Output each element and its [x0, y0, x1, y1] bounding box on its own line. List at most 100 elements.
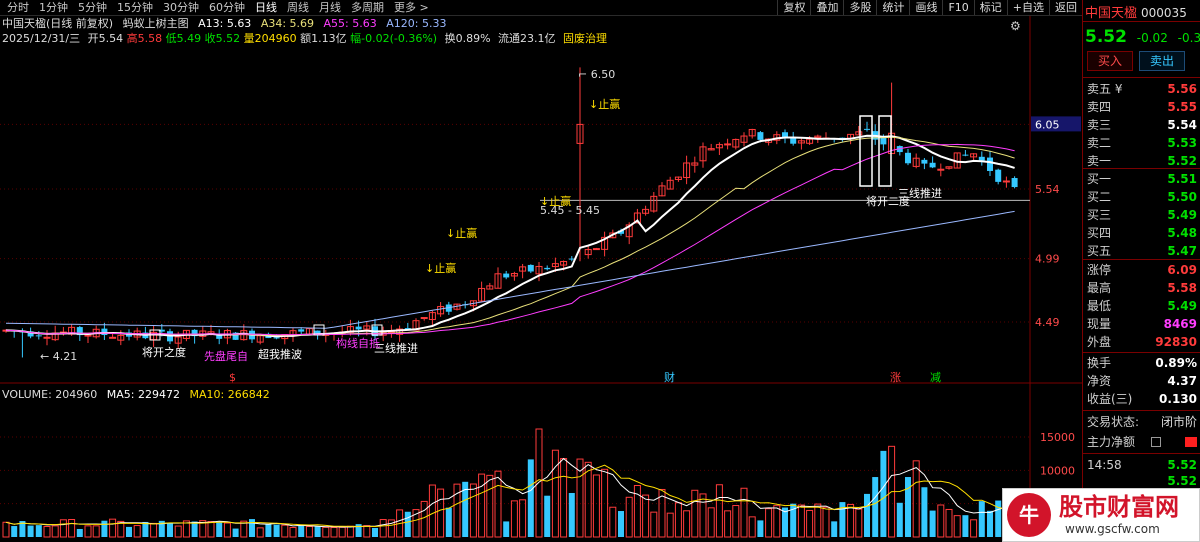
quote-concept[interactable]: 固废治理	[563, 32, 607, 45]
period-tabs: 分时 1分钟 5分钟 15分钟 30分钟 60分钟 日线 周线 月线 多周期 更多 >	[2, 1, 434, 15]
volume-bar	[478, 473, 486, 538]
candle-body	[1002, 180, 1010, 183]
volume-bar	[346, 525, 354, 538]
volume-bar	[544, 495, 551, 537]
volume-bar	[249, 519, 255, 537]
volume-bar	[43, 526, 51, 538]
period-tab-2[interactable]: 5分钟	[73, 1, 112, 15]
period-tab-9[interactable]: 多周期	[346, 1, 389, 15]
volume-bar	[707, 507, 715, 538]
period-tab-8[interactable]: 月线	[314, 1, 346, 15]
ma-a34-line	[5, 136, 1015, 336]
signal-label: 将开之度	[142, 345, 186, 359]
asks-value: 5.55	[1167, 100, 1197, 114]
volume-bar	[601, 468, 609, 538]
sell-button[interactable]: 卖出	[1139, 51, 1185, 71]
stats-label: 涨停	[1087, 263, 1112, 277]
period-tab-4[interactable]: 30分钟	[158, 1, 204, 15]
quote-turnover: 换0.89%	[444, 32, 491, 45]
period-tab-0[interactable]: 分时	[2, 1, 34, 15]
period-tab-1[interactable]: 1分钟	[34, 1, 73, 15]
volume-bar	[650, 511, 658, 538]
volume-bar	[109, 518, 117, 538]
bids-value: 5.48	[1167, 226, 1197, 240]
stock-header: 中国天楹 000035	[1085, 2, 1187, 21]
volume-bar	[59, 519, 67, 538]
period-tab-10[interactable]: 更多 >	[389, 1, 434, 15]
period-tab-7[interactable]: 周线	[282, 1, 314, 15]
main-flow-row[interactable]: 主力净额	[1085, 433, 1199, 451]
settings-icon: ⚙	[1010, 19, 1021, 33]
period-tab-6[interactable]: 日线	[250, 1, 282, 15]
volume-bar	[822, 506, 830, 538]
tool-button-5[interactable]: F10	[942, 0, 973, 15]
candle-body	[790, 137, 797, 144]
candle-body	[987, 157, 993, 171]
reduce-marker: 减	[930, 371, 941, 384]
tool-button-1[interactable]: 叠加	[810, 0, 843, 15]
tool-button-7[interactable]: +自选	[1006, 0, 1049, 15]
volume-bar	[847, 503, 855, 538]
volume-bar	[76, 528, 83, 537]
period-tab-3[interactable]: 15分钟	[112, 1, 158, 15]
asks-label: 卖二	[1087, 136, 1112, 150]
trade-state: 闭市阶	[1160, 415, 1197, 429]
candle-body	[757, 132, 764, 140]
volume-bar	[953, 515, 961, 538]
volume-bar	[880, 450, 887, 537]
tool-button-4[interactable]: 画线	[909, 0, 942, 15]
trade-state-row: 交易状态: 闭市阶	[1085, 413, 1199, 431]
volume-bar	[535, 428, 543, 538]
volume-bar	[748, 516, 756, 538]
candle-body	[937, 168, 945, 171]
stats-row: 涨停 6.09	[1085, 261, 1199, 279]
watermark: 牛 股市财富网 www.gscfw.com	[1002, 488, 1200, 542]
indicator-name[interactable]: 蚂蚁上树主图	[123, 17, 189, 30]
bids-row: 买四 5.48	[1085, 224, 1199, 242]
volume-bar	[256, 527, 264, 538]
stats-row: 最高 5.58	[1085, 279, 1199, 297]
bull-logo-icon: 牛	[1007, 493, 1051, 537]
stats-value: 92830	[1155, 335, 1197, 349]
asks-value: 5.54	[1167, 118, 1197, 132]
tool-button-3[interactable]: 统计	[876, 0, 909, 15]
bids-label: 买一	[1087, 172, 1112, 186]
stats-row: 最低 5.49	[1085, 297, 1199, 315]
asks-row: 卖五 ¥ 5.56	[1085, 80, 1199, 98]
tool-button-0[interactable]: 复权	[777, 0, 810, 15]
volume-bar	[715, 484, 723, 538]
buy-button[interactable]: 买入	[1087, 51, 1133, 71]
volume-bar	[683, 510, 691, 538]
price-cursor-label: 6.05	[1035, 118, 1060, 131]
signal-label: 构线自抵	[336, 336, 380, 350]
kline-chart[interactable]: 6.055.544.994.496.0515000100005000⌐ 6.50…	[0, 0, 1082, 542]
tool-button-6[interactable]: 标记	[973, 0, 1007, 15]
stats2-label: 收益(三)	[1087, 392, 1133, 406]
volume-bar	[560, 458, 568, 538]
limit-up-marker: 涨	[890, 371, 901, 384]
volume-bar	[174, 525, 182, 538]
period-tab-5[interactable]: 60分钟	[204, 1, 250, 15]
stats2-row: 换手 0.89%	[1085, 354, 1199, 372]
volume-bar	[814, 503, 822, 538]
stats-label: 外盘	[1087, 335, 1112, 349]
volume-bar	[150, 522, 158, 538]
tool-button-8[interactable]: 返回	[1049, 0, 1082, 15]
volume-ma10: MA10: 266842	[189, 388, 270, 401]
stats2-label: 换手	[1087, 356, 1112, 370]
volume-bar	[167, 523, 173, 537]
tool-button-2[interactable]: 多股	[843, 0, 876, 15]
chart-tools: 复权 叠加 多股 统计 画线 F10 标记 +自选 返回	[777, 0, 1082, 15]
volume-bar	[68, 519, 76, 538]
volume-bar	[724, 510, 732, 538]
stats-row: 外盘 92830	[1085, 333, 1199, 351]
candle-body	[724, 143, 732, 146]
stock-name: 中国天楹	[1085, 6, 1138, 21]
volume-bar	[551, 449, 559, 538]
volume-bar	[625, 496, 633, 538]
top-toolbar: 分时 1分钟 5分钟 15分钟 30分钟 60分钟 日线 周线 月线 多周期 更多 > 复权 叠加 多股…	[0, 0, 1082, 16]
volume-title-line: VOLUME: 204960 MA5: 229472 MA10: 266842	[2, 388, 270, 402]
bids-label: 买三	[1087, 208, 1112, 222]
asks-row: 卖二 5.53	[1085, 134, 1199, 152]
ma-a55-line	[5, 143, 1015, 336]
